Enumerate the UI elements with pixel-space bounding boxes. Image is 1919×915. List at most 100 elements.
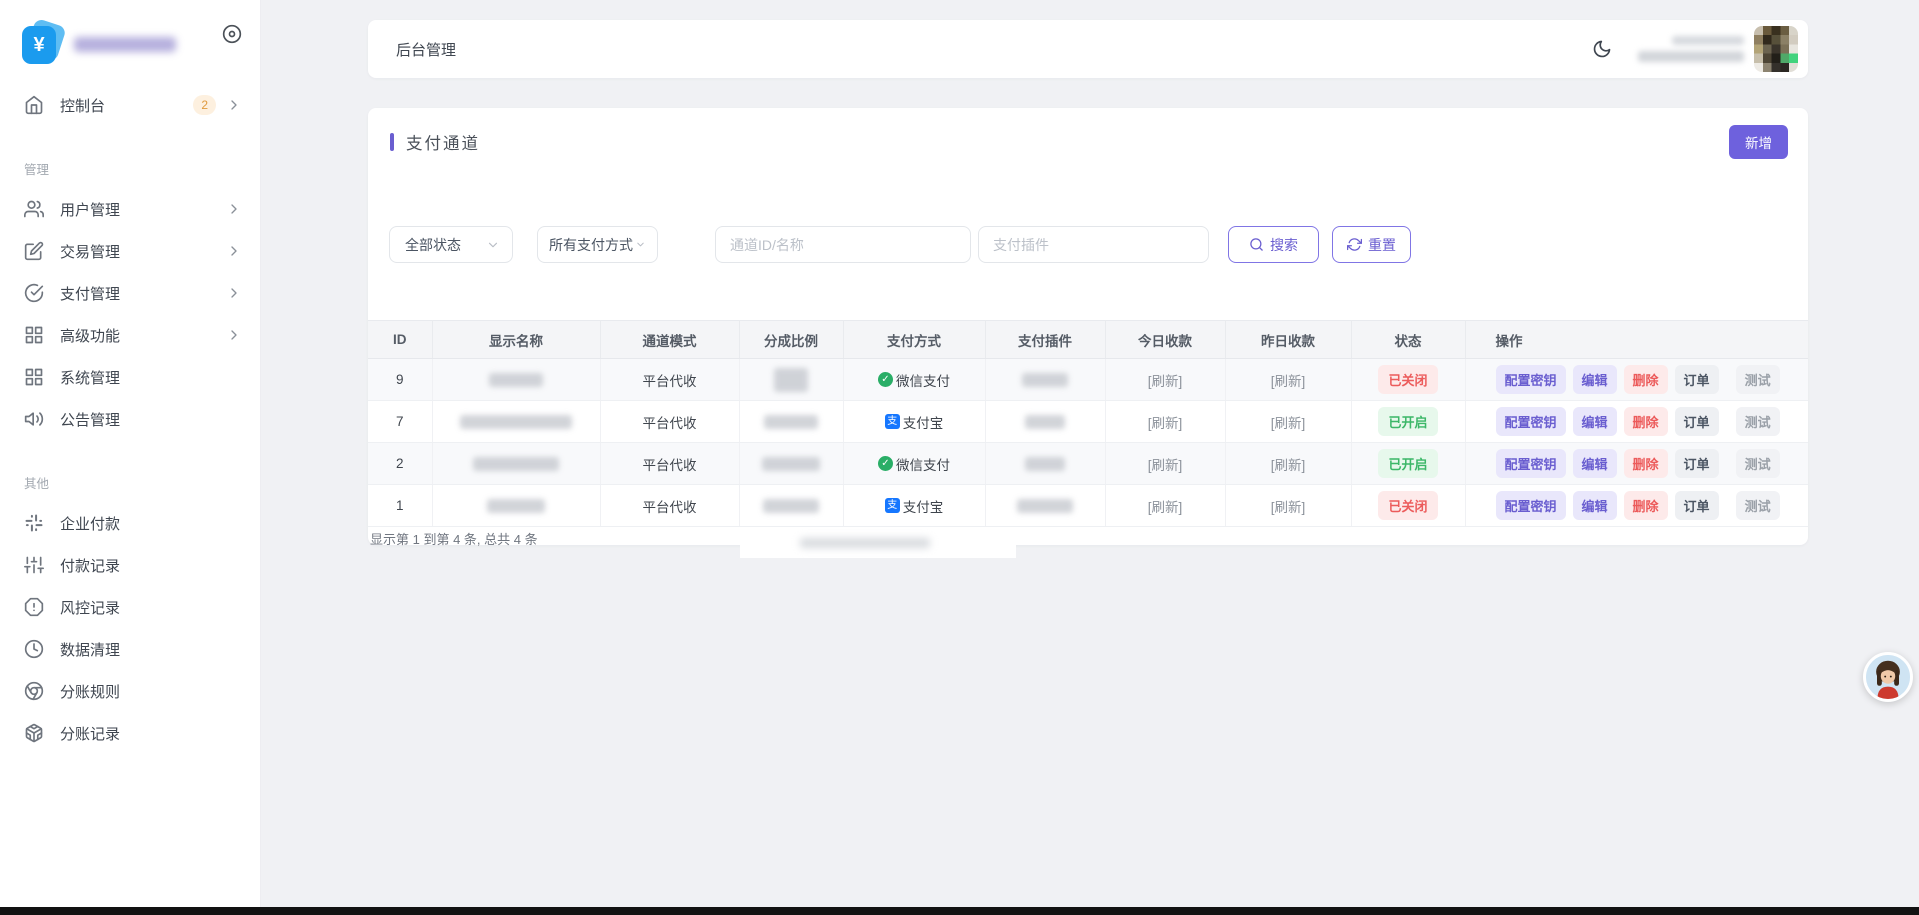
edit-button[interactable]: 编辑 xyxy=(1573,407,1617,436)
alipay-icon: 支 xyxy=(885,498,900,513)
payment-channel-card: 支付通道 新增 全部状态 所有支付方式 搜索 重置 xyxy=(368,108,1808,545)
sidebar-item-payment-management[interactable]: 支付管理 xyxy=(0,272,260,314)
order-button[interactable]: 订单 xyxy=(1675,365,1719,394)
sidebar-item-label: 交易管理 xyxy=(60,241,226,262)
edit-button[interactable]: 编辑 xyxy=(1573,491,1617,520)
wechat-pay-icon: ✓ xyxy=(878,372,893,387)
refresh-link[interactable]: [刷新] xyxy=(1148,500,1183,515)
cell-pay-method: ✓微信支付 xyxy=(843,359,985,401)
delete-button[interactable]: 删除 xyxy=(1624,407,1668,436)
sidebar-item-enterprise-payment[interactable]: 企业付款 xyxy=(0,502,260,544)
edit-button[interactable]: 编辑 xyxy=(1573,365,1617,394)
configure-key-button[interactable]: 配置密钥 xyxy=(1496,449,1566,478)
cell-pay-plugin-blurred xyxy=(985,485,1105,527)
refresh-link[interactable]: [刷新] xyxy=(1271,500,1306,515)
app-logo-icon: ¥ xyxy=(22,24,62,64)
col-header-split-ratio: 分成比例 xyxy=(739,321,843,359)
order-button[interactable]: 订单 xyxy=(1675,491,1719,520)
sidebar-item-advanced-features[interactable]: 高级功能 xyxy=(0,314,260,356)
cell-display-name-blurred xyxy=(432,401,600,443)
cell-today-income: [刷新] xyxy=(1105,443,1225,485)
floating-assistant-avatar[interactable] xyxy=(1863,652,1913,702)
cell-id: 1 xyxy=(368,485,432,527)
configure-key-button[interactable]: 配置密钥 xyxy=(1496,407,1566,436)
sidebar-item-system-management[interactable]: 系统管理 xyxy=(0,356,260,398)
sidebar-item-label: 数据清理 xyxy=(60,639,242,660)
cell-channel-mode: 平台代收 xyxy=(600,485,739,527)
channel-id-input[interactable] xyxy=(715,226,971,263)
cell-status: 已开启 xyxy=(1351,443,1465,485)
sidebar-item-split-rules[interactable]: 分账规则 xyxy=(0,670,260,712)
search-button[interactable]: 搜索 xyxy=(1228,226,1319,263)
cell-pay-method: ✓微信支付 xyxy=(843,443,985,485)
add-button[interactable]: 新增 xyxy=(1729,125,1788,159)
chevron-right-icon xyxy=(226,285,242,301)
refresh-link[interactable]: [刷新] xyxy=(1148,416,1183,431)
table-row: 9 平台代收 ✓微信支付 [刷新] [刷新] 已关闭 配置密钥编辑删除订单测试 xyxy=(368,359,1808,401)
status-badge: 已开启 xyxy=(1378,407,1437,436)
grid-icon xyxy=(24,367,44,387)
col-header-display-name: 显示名称 xyxy=(432,321,600,359)
delete-button[interactable]: 删除 xyxy=(1624,491,1668,520)
status-badge: 已关闭 xyxy=(1378,491,1437,520)
avatar[interactable] xyxy=(1754,26,1798,72)
sidebar-item-payment-records[interactable]: 付款记录 xyxy=(0,544,260,586)
col-header-pay-method: 支付方式 xyxy=(843,321,985,359)
test-button[interactable]: 测试 xyxy=(1736,491,1780,520)
configure-key-button[interactable]: 配置密钥 xyxy=(1496,491,1566,520)
order-button[interactable]: 订单 xyxy=(1675,407,1719,436)
refresh-link[interactable]: [刷新] xyxy=(1148,374,1183,389)
sidebar-item-trade-management[interactable]: 交易管理 xyxy=(0,230,260,272)
refresh-link[interactable]: [刷新] xyxy=(1271,416,1306,431)
sidebar-item-label: 企业付款 xyxy=(60,513,242,534)
cell-yesterday-income: [刷新] xyxy=(1225,485,1351,527)
table-row: 1 平台代收 支支付宝 [刷新] [刷新] 已关闭 配置密钥编辑删除订单测试 xyxy=(368,485,1808,527)
reset-button[interactable]: 重置 xyxy=(1332,226,1411,263)
users-icon xyxy=(24,199,44,219)
sidebar-item-label: 用户管理 xyxy=(60,199,226,220)
check-circle-icon xyxy=(24,283,44,303)
sidebar-item-console[interactable]: 控制台 2 xyxy=(0,84,260,126)
reset-button-label: 重置 xyxy=(1368,235,1396,255)
username-blurred xyxy=(1638,36,1744,62)
delete-button[interactable]: 删除 xyxy=(1624,365,1668,394)
delete-button[interactable]: 删除 xyxy=(1624,449,1668,478)
cell-split-ratio-blurred xyxy=(739,401,843,443)
sidebar-item-data-cleanup[interactable]: 数据清理 xyxy=(0,628,260,670)
test-button[interactable]: 测试 xyxy=(1736,407,1780,436)
sidebar-item-label: 付款记录 xyxy=(60,555,242,576)
sidebar-item-label: 风控记录 xyxy=(60,597,242,618)
sidebar-section-manage: 管理 xyxy=(0,148,260,188)
sidebar-item-risk-records[interactable]: 风控记录 xyxy=(0,586,260,628)
sidebar-item-announcement-management[interactable]: 公告管理 xyxy=(0,398,260,440)
refresh-link[interactable]: [刷新] xyxy=(1271,374,1306,389)
cell-split-ratio-blurred xyxy=(739,485,843,527)
col-header-actions: 操作 xyxy=(1465,321,1808,359)
test-button[interactable]: 测试 xyxy=(1736,365,1780,394)
edit-icon xyxy=(24,241,44,261)
cell-yesterday-income: [刷新] xyxy=(1225,401,1351,443)
sidebar-collapse-icon[interactable] xyxy=(222,24,242,44)
blurred-overlay xyxy=(740,528,1016,558)
edit-button[interactable]: 编辑 xyxy=(1573,449,1617,478)
search-icon xyxy=(1249,237,1264,252)
cell-pay-method: 支支付宝 xyxy=(843,401,985,443)
sidebar-item-user-management[interactable]: 用户管理 xyxy=(0,188,260,230)
configure-key-button[interactable]: 配置密钥 xyxy=(1496,365,1566,394)
pay-plugin-input[interactable] xyxy=(978,226,1209,263)
table-row: 7 平台代收 支支付宝 [刷新] [刷新] 已开启 配置密钥编辑删除订单测试 xyxy=(368,401,1808,443)
cell-status: 已关闭 xyxy=(1351,359,1465,401)
order-button[interactable]: 订单 xyxy=(1675,449,1719,478)
search-button-label: 搜索 xyxy=(1270,235,1298,255)
refresh-link[interactable]: [刷新] xyxy=(1148,458,1183,473)
main-area: 后台管理 支付通道 新增 xyxy=(261,0,1919,915)
dark-mode-toggle-icon[interactable] xyxy=(1592,39,1612,59)
cell-actions: 配置密钥编辑删除订单测试 xyxy=(1465,485,1808,527)
status-select[interactable]: 全部状态 xyxy=(389,226,513,263)
refresh-link[interactable]: [刷新] xyxy=(1271,458,1306,473)
test-button[interactable]: 测试 xyxy=(1736,449,1780,478)
sidebar-item-split-records[interactable]: 分账记录 xyxy=(0,712,260,754)
chrome-disc-icon xyxy=(24,681,44,701)
cell-id: 9 xyxy=(368,359,432,401)
pay-method-select[interactable]: 所有支付方式 xyxy=(537,226,658,263)
